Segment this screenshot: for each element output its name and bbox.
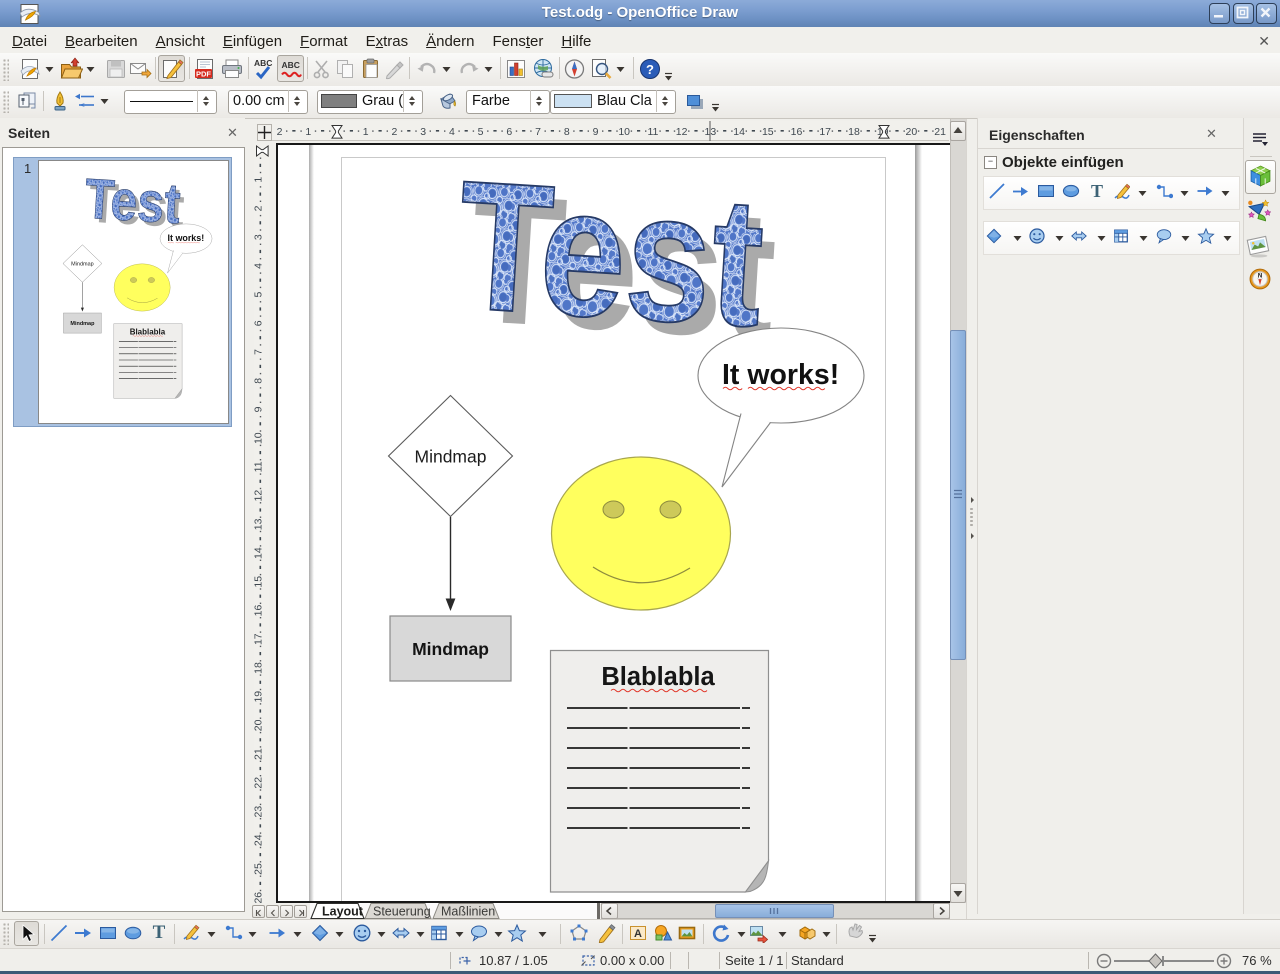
svg-text:Mindmap: Mindmap bbox=[412, 639, 489, 659]
svg-text:25: 25 bbox=[254, 863, 265, 875]
svg-text:7: 7 bbox=[254, 349, 265, 355]
svg-text:Blablabla: Blablabla bbox=[601, 663, 715, 691]
svg-text:8: 8 bbox=[254, 378, 265, 384]
svg-text:19: 19 bbox=[254, 691, 265, 703]
svg-text:3: 3 bbox=[254, 234, 265, 240]
svg-text:14: 14 bbox=[254, 547, 265, 559]
svg-text:24: 24 bbox=[254, 834, 265, 846]
svg-text:11: 11 bbox=[254, 461, 265, 472]
svg-text:6: 6 bbox=[254, 320, 265, 326]
svg-text:10: 10 bbox=[618, 126, 630, 138]
svg-text:15: 15 bbox=[762, 126, 774, 138]
svg-text:26: 26 bbox=[254, 892, 265, 903]
svg-text:5: 5 bbox=[478, 126, 484, 138]
svg-text:20: 20 bbox=[254, 719, 265, 731]
svg-text:17: 17 bbox=[254, 633, 265, 645]
svg-text:10: 10 bbox=[254, 432, 265, 444]
svg-text:2: 2 bbox=[254, 205, 265, 211]
svg-text:Test: Test bbox=[452, 145, 769, 365]
svg-text:21: 21 bbox=[934, 126, 946, 138]
svg-text:A: A bbox=[634, 928, 642, 940]
svg-text:9: 9 bbox=[254, 406, 265, 412]
svg-text:12: 12 bbox=[254, 490, 265, 502]
svg-text:Maßlinien: Maßlinien bbox=[441, 905, 495, 919]
svg-text:ABC: ABC bbox=[282, 60, 300, 70]
svg-text:6: 6 bbox=[506, 126, 512, 138]
svg-text:1: 1 bbox=[305, 126, 311, 138]
svg-text:7: 7 bbox=[535, 126, 541, 138]
svg-text:18: 18 bbox=[254, 662, 265, 674]
svg-text:It works!: It works! bbox=[722, 359, 839, 391]
svg-text:17: 17 bbox=[819, 126, 831, 138]
svg-text:N: N bbox=[1258, 272, 1263, 279]
svg-text:2: 2 bbox=[277, 126, 283, 138]
svg-text:PDF: PDF bbox=[196, 69, 211, 78]
svg-text:?: ? bbox=[646, 62, 654, 77]
svg-text:8: 8 bbox=[564, 126, 570, 138]
svg-text:4: 4 bbox=[254, 263, 265, 269]
svg-text:9: 9 bbox=[593, 126, 599, 138]
svg-text:2: 2 bbox=[391, 126, 397, 138]
svg-text:16: 16 bbox=[254, 605, 265, 617]
svg-text:22: 22 bbox=[254, 777, 265, 789]
svg-text:23: 23 bbox=[254, 806, 265, 818]
svg-text:Steuerung: Steuerung bbox=[373, 905, 431, 919]
svg-text:11: 11 bbox=[647, 126, 658, 138]
svg-text:3: 3 bbox=[420, 126, 426, 138]
svg-text:ABC: ABC bbox=[254, 58, 272, 68]
svg-text:14: 14 bbox=[733, 126, 745, 138]
svg-text:15: 15 bbox=[254, 576, 265, 588]
svg-text:Mindmap: Mindmap bbox=[415, 447, 487, 467]
svg-text:21: 21 bbox=[254, 748, 265, 760]
svg-text:1: 1 bbox=[254, 177, 265, 183]
svg-text:Layout: Layout bbox=[322, 905, 364, 919]
svg-text:1: 1 bbox=[363, 126, 369, 138]
svg-text:13: 13 bbox=[254, 518, 265, 530]
svg-text:20: 20 bbox=[906, 126, 918, 138]
svg-text:12: 12 bbox=[676, 126, 688, 138]
svg-text:16: 16 bbox=[791, 126, 803, 138]
svg-text:4: 4 bbox=[449, 126, 455, 138]
svg-text:18: 18 bbox=[848, 126, 860, 138]
svg-text:5: 5 bbox=[254, 292, 265, 298]
